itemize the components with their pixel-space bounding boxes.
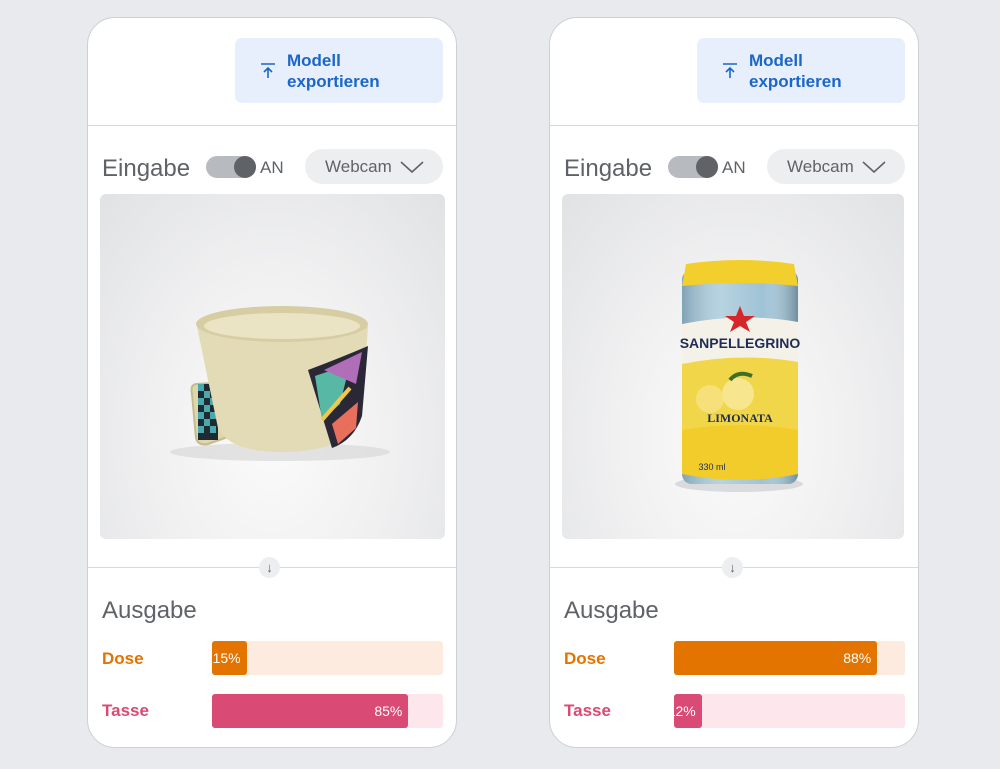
confidence-value-dose: 15% bbox=[212, 650, 241, 666]
confidence-bar-tasse: 85% bbox=[212, 694, 443, 728]
confidence-bar-dose: 15% bbox=[212, 641, 443, 675]
divider bbox=[88, 125, 456, 126]
confidence-value-dose: 88% bbox=[843, 650, 872, 666]
export-model-button[interactable]: Modell exportieren bbox=[235, 38, 443, 103]
input-source-select[interactable]: Webcam bbox=[305, 149, 443, 184]
toggle-knob bbox=[234, 156, 256, 178]
upload-icon bbox=[721, 62, 739, 80]
confidence-fill-tasse: 85% bbox=[212, 694, 409, 728]
confidence-bar-dose: 88% bbox=[674, 641, 905, 675]
class-label-tasse: Tasse bbox=[564, 701, 611, 720]
arrow-down-icon: ↓ bbox=[722, 557, 743, 578]
arrow-down-icon: ↓ bbox=[259, 557, 280, 578]
can-image: SANPELLEGRINO LIMONATA 330 ml bbox=[675, 260, 803, 492]
can-volume-text: 330 ml bbox=[698, 462, 725, 472]
input-toggle[interactable] bbox=[668, 156, 718, 178]
confidence-fill-tasse: 12% bbox=[668, 694, 702, 728]
webcam-preview bbox=[100, 194, 445, 539]
export-model-label: Modell exportieren bbox=[749, 50, 842, 91]
can-brand-text: SANPELLEGRINO bbox=[680, 335, 801, 351]
export-model-button[interactable]: Modell exportieren bbox=[697, 38, 905, 103]
input-source-select[interactable]: Webcam bbox=[767, 149, 905, 184]
confidence-fill-dose: 15% bbox=[212, 641, 247, 675]
input-toggle[interactable] bbox=[206, 156, 256, 178]
confidence-value-tasse: 12% bbox=[667, 703, 696, 719]
input-title: Eingabe bbox=[564, 155, 653, 182]
class-label-dose: Dose bbox=[564, 649, 606, 668]
mug-image bbox=[170, 306, 390, 461]
model-panel-left: Modell exportieren Eingabe AN Webcam ↓ A… bbox=[87, 17, 457, 748]
class-label-tasse: Tasse bbox=[102, 701, 149, 720]
webcam-preview: SANPELLEGRINO LIMONATA 330 ml bbox=[562, 194, 904, 539]
output-title: Ausgabe bbox=[102, 597, 197, 624]
input-title: Eingabe bbox=[102, 155, 191, 182]
toggle-state-label: AN bbox=[722, 158, 746, 177]
export-model-label: Modell exportieren bbox=[287, 50, 380, 91]
toggle-state-label: AN bbox=[260, 158, 284, 177]
input-source-value: Webcam bbox=[325, 156, 392, 176]
can-flavor-text: LIMONATA bbox=[707, 411, 773, 425]
confidence-fill-dose: 88% bbox=[674, 641, 878, 675]
chevron-down-icon bbox=[400, 160, 424, 173]
model-panel-right: Modell exportieren Eingabe AN Webcam SAN… bbox=[549, 17, 919, 748]
upload-icon bbox=[259, 62, 277, 80]
confidence-bar-tasse: 12% bbox=[668, 694, 905, 728]
chevron-down-icon bbox=[862, 160, 886, 173]
divider bbox=[550, 125, 918, 126]
class-label-dose: Dose bbox=[102, 649, 144, 668]
input-source-value: Webcam bbox=[787, 156, 854, 176]
toggle-knob bbox=[696, 156, 718, 178]
output-title: Ausgabe bbox=[564, 597, 659, 624]
confidence-value-tasse: 85% bbox=[374, 703, 403, 719]
